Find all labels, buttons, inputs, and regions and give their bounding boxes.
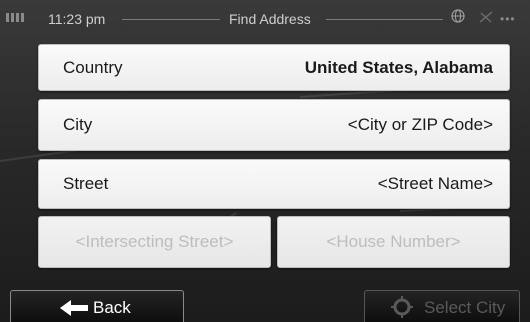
house-number-field: <House Number> [277,216,510,268]
title-rule-right [326,19,443,20]
status-bar: 11:23 pm Find Address ••• [0,0,530,38]
signal-icon: ••• [500,12,516,26]
battery-icon [6,13,32,22]
arrow-left-icon [60,300,88,316]
street-field[interactable]: Street <Street Name> [38,159,510,209]
city-value: <City or ZIP Code> [347,115,493,134]
select-city-label: Select City [424,298,506,317]
clock-time: 11:23 pm [48,11,106,27]
intersecting-street-placeholder: <Intersecting Street> [75,232,234,251]
select-city-button: Select City [364,290,520,322]
satellite-icon [479,11,493,23]
intersecting-street-field: <Intersecting Street> [38,216,271,268]
city-field[interactable]: City <City or ZIP Code> [38,99,510,151]
back-label: Back [93,298,131,317]
city-label: City [63,115,93,134]
globe-icon [451,9,465,23]
screen-title: Find Address [229,11,311,27]
house-number-placeholder: <House Number> [326,232,461,251]
street-value: <Street Name> [377,174,493,193]
crosshair-icon [391,296,413,318]
country-label: Country [63,57,123,77]
country-field[interactable]: Country United States, Alabama [38,44,510,91]
back-button[interactable]: Back [10,290,184,322]
street-label: Street [63,174,109,193]
country-value: United States, Alabama [304,57,493,77]
title-rule-left [122,19,220,20]
